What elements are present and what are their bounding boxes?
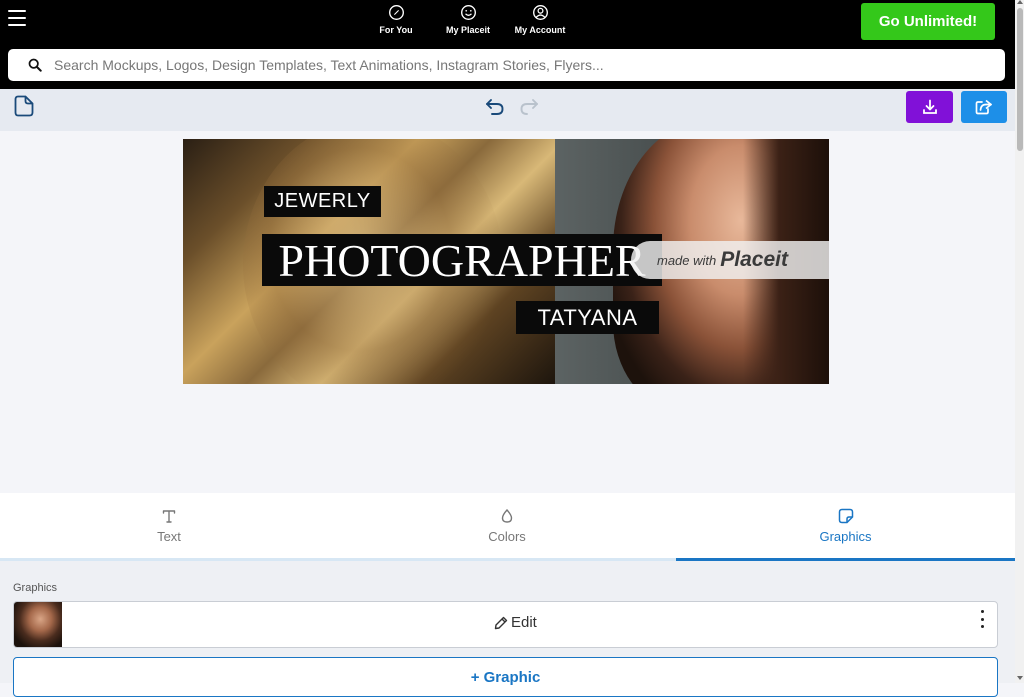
redo-icon[interactable] [518,95,540,117]
undo-icon[interactable] [484,95,506,117]
share-icon [975,99,992,115]
search-input[interactable] [54,57,954,73]
tab-graphics-label: Graphics [819,528,872,544]
add-graphic-button[interactable]: + Graphic [13,657,998,697]
graphic-thumbnail[interactable] [14,602,62,647]
main-nav: For You My Placeit My Account [370,4,566,35]
edit-label: Edit [511,614,537,631]
smiley-icon [460,5,476,20]
download-button[interactable] [906,91,953,123]
text-icon [162,509,176,523]
text-photographer[interactable]: PHOTOGRAPHER [262,234,662,286]
nav-my-account[interactable]: My Account [514,4,566,35]
tab-colors[interactable]: Colors [338,493,676,558]
watermark-brand: Placeit [720,248,788,271]
text-jewerly[interactable]: JEWERLY [264,186,381,217]
search-bar [8,49,1005,81]
search-icon [28,58,42,72]
nav-for-you[interactable]: For You [370,4,422,35]
more-options-icon[interactable] [978,610,986,628]
user-circle-icon [532,5,548,20]
drop-icon [501,508,513,523]
edit-graphic-button[interactable]: Edit [494,614,537,631]
scrollbar-thumb[interactable] [1017,8,1023,151]
page-scrollbar[interactable] [1015,0,1024,683]
tab-graphics[interactable]: Graphics [676,493,1015,558]
nav-my-account-label: My Account [514,25,566,35]
nav-for-you-label: For You [379,25,413,35]
watermark-made-with: made with [657,252,717,268]
text-tatyana[interactable]: TATYANA [516,301,659,334]
editor-tabs: Text Colors Graphics [0,493,1015,561]
design-canvas[interactable]: JEWERLY PHOTOGRAPHER TATYANA made with P… [183,139,829,384]
placeit-watermark: made with Placeit [631,241,829,279]
nav-my-placeit[interactable]: My Placeit [422,4,514,35]
nav-my-placeit-label: My Placeit [445,25,491,35]
compass-icon [388,5,404,20]
sticker-icon [838,508,853,523]
tab-text[interactable]: Text [0,493,338,558]
top-bar: For You My Placeit My Account Go Unlimit… [0,0,1015,89]
editor-toolbar [0,89,1015,131]
pencil-icon [494,616,508,629]
graphic-item[interactable]: Edit [13,601,998,648]
panel-title: Graphics [13,582,58,594]
go-unlimited-button[interactable]: Go Unlimited! [861,3,995,40]
download-icon [922,99,937,114]
share-button[interactable] [961,91,1007,123]
canvas-area: JEWERLY PHOTOGRAPHER TATYANA made with P… [0,131,1015,493]
scroll-up-arrow-icon[interactable] [1017,0,1023,4]
hamburger-icon[interactable] [8,10,26,26]
graphics-panel: Graphics Edit + Graphic [0,561,1015,697]
scroll-down-arrow-icon[interactable] [1017,676,1023,680]
tab-text-label: Text [157,528,181,544]
tab-colors-label: Colors [488,528,526,544]
page-icon[interactable] [14,95,34,117]
